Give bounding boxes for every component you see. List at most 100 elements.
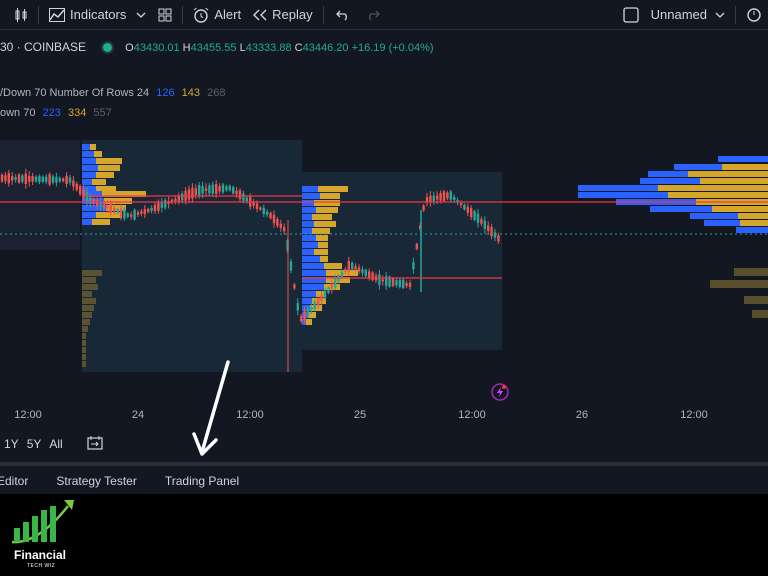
profile-bar-down bbox=[314, 200, 340, 206]
candle-body bbox=[65, 175, 68, 184]
undo-button[interactable] bbox=[328, 0, 358, 29]
profile-bar-down bbox=[92, 179, 106, 185]
layouts-button[interactable] bbox=[152, 0, 178, 29]
candle-body bbox=[436, 195, 439, 200]
candle-body bbox=[228, 185, 231, 191]
candle-body bbox=[357, 267, 361, 272]
candle-body bbox=[289, 261, 293, 271]
profile-bar-up bbox=[302, 207, 316, 213]
candle-body bbox=[102, 202, 106, 209]
candle-body bbox=[160, 202, 163, 208]
profile-bar-faded bbox=[82, 270, 102, 276]
profile-bar-up bbox=[302, 214, 312, 220]
redo-button[interactable] bbox=[358, 0, 388, 29]
redo-icon bbox=[368, 10, 380, 20]
candle-body bbox=[58, 178, 61, 182]
candle-body bbox=[272, 214, 276, 224]
layout-selector[interactable]: Unnamed bbox=[617, 0, 731, 29]
profile-bar-faded bbox=[744, 296, 768, 304]
range-button-all[interactable]: All bbox=[49, 437, 62, 451]
candle-body bbox=[85, 191, 89, 203]
candle-body bbox=[106, 205, 109, 209]
candle-body bbox=[490, 227, 493, 237]
alert-button[interactable]: Alert bbox=[187, 0, 247, 29]
candle-body bbox=[317, 298, 320, 306]
tab-pine-editor[interactable]: Editor bbox=[0, 474, 28, 488]
profile-bar-up bbox=[82, 158, 96, 164]
candle-body bbox=[306, 307, 310, 317]
lightning-icon[interactable] bbox=[491, 383, 509, 401]
candle-body bbox=[75, 183, 78, 190]
indicators-icon bbox=[49, 7, 65, 22]
candle-body bbox=[174, 198, 177, 201]
profile-bar-up bbox=[650, 206, 712, 212]
tab-trading-panel[interactable]: Trading Panel bbox=[165, 474, 239, 488]
candle-body bbox=[218, 186, 221, 192]
candle-body bbox=[330, 283, 333, 289]
profile-bar-down bbox=[738, 213, 768, 219]
candle-body bbox=[45, 176, 48, 182]
time-axis-label: 24 bbox=[132, 409, 144, 421]
candle-body bbox=[480, 219, 483, 224]
candle-body bbox=[463, 204, 466, 210]
range-button-5y[interactable]: 5Y bbox=[27, 437, 42, 451]
calendar-icon bbox=[87, 435, 103, 450]
range-button-1y[interactable]: 1Y bbox=[4, 437, 19, 451]
profile-bar-down bbox=[98, 165, 120, 171]
candle-body bbox=[269, 212, 272, 219]
profile-bar-faded bbox=[82, 298, 96, 304]
profile-bar-down bbox=[712, 206, 768, 212]
candle-body bbox=[402, 279, 405, 289]
profile-bar-up bbox=[302, 242, 318, 248]
candle-body bbox=[368, 271, 371, 278]
candle-body bbox=[361, 269, 364, 274]
candle-body bbox=[201, 185, 204, 194]
chevron-down-icon bbox=[136, 12, 146, 18]
candle-body bbox=[252, 202, 255, 206]
replay-label: Replay bbox=[272, 7, 313, 22]
quick-search-button[interactable] bbox=[740, 0, 768, 29]
candle-body bbox=[31, 176, 34, 182]
tab-strategy-tester[interactable]: Strategy Tester bbox=[56, 474, 136, 488]
candle-body bbox=[133, 209, 136, 220]
indicators-button[interactable]: Indicators bbox=[43, 0, 152, 29]
profile-bar-up bbox=[302, 249, 314, 255]
candle-body bbox=[68, 177, 72, 183]
profile-bar-up bbox=[82, 212, 96, 218]
candle-body bbox=[323, 290, 327, 298]
profile-bar-up bbox=[82, 144, 90, 150]
chart-type-button[interactable] bbox=[0, 0, 34, 29]
candle-body bbox=[235, 190, 238, 195]
profile-bar-up bbox=[302, 221, 314, 227]
profile-bar-up bbox=[302, 193, 320, 199]
alarm-clock-icon bbox=[194, 7, 209, 23]
candle-body bbox=[181, 193, 184, 201]
candle-body bbox=[51, 176, 55, 183]
candle-body bbox=[313, 301, 316, 309]
profile-bar-faded bbox=[82, 326, 88, 332]
toolbar-divider bbox=[182, 5, 184, 24]
profile-bar-up bbox=[302, 263, 324, 269]
profile-bar-faded bbox=[82, 333, 86, 339]
candle-body bbox=[422, 205, 425, 211]
layout-name: Unnamed bbox=[650, 7, 707, 22]
profile-bar-up bbox=[302, 186, 318, 192]
candle-body bbox=[4, 175, 7, 182]
candle-body bbox=[459, 203, 463, 206]
profile-bar-down bbox=[316, 235, 328, 241]
profile-bar-down bbox=[104, 198, 132, 204]
candle-body bbox=[279, 223, 282, 228]
candle-body bbox=[255, 203, 259, 210]
profile-bar-up bbox=[82, 219, 92, 225]
time-axis-label: 26 bbox=[576, 409, 588, 421]
price-chart[interactable]: 12:00 24 12:00 25 12:00 26 12:00 bbox=[0, 30, 768, 430]
candle-body bbox=[415, 243, 418, 250]
candle-body bbox=[79, 185, 82, 195]
candle-body bbox=[119, 208, 123, 217]
candle-body bbox=[17, 174, 21, 183]
date-range-button[interactable] bbox=[87, 435, 103, 453]
profile-bar-faded bbox=[82, 340, 86, 346]
candle-body bbox=[34, 176, 38, 182]
candle-body bbox=[300, 316, 303, 322]
replay-button[interactable]: Replay bbox=[247, 0, 318, 29]
